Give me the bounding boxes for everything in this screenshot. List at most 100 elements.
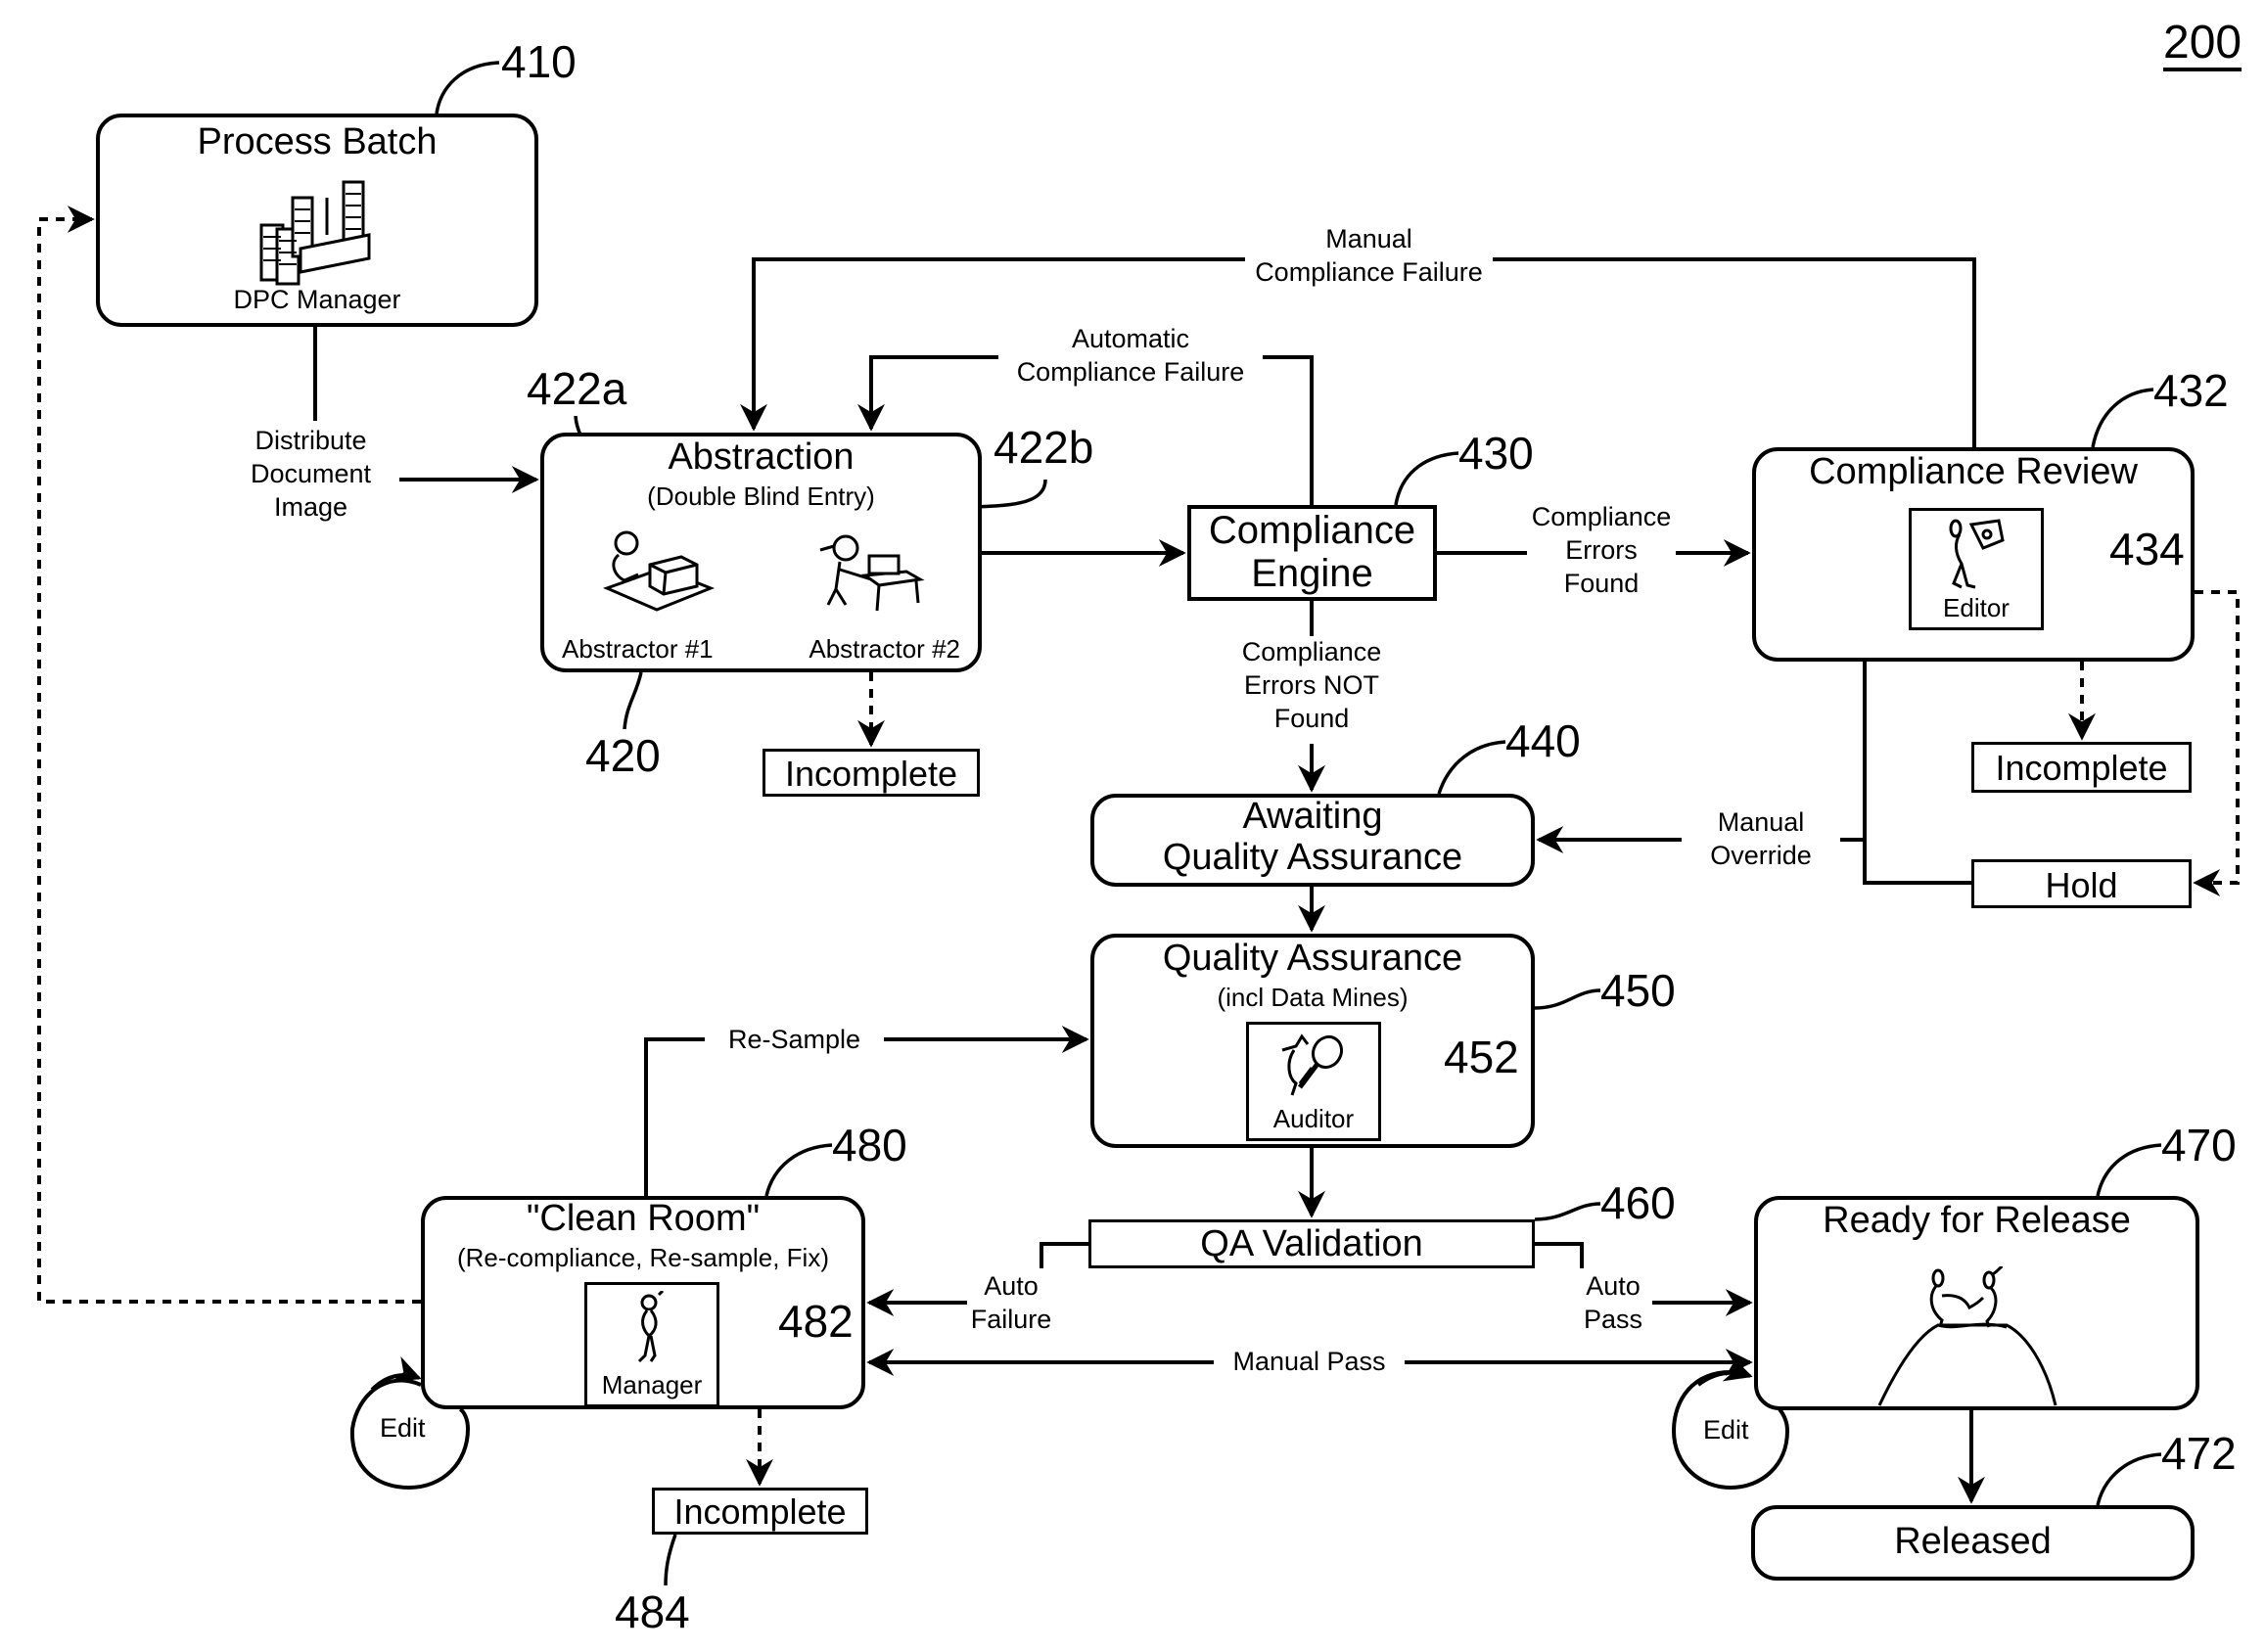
incomplete-abstraction-label: Incomplete [784, 754, 958, 794]
abstractor-2-label: Abstractor #2 [809, 634, 960, 664]
compliance-engine-title-2: Engine [1251, 552, 1373, 595]
ref-440: 440 [1505, 715, 1581, 766]
incomplete-review-node[interactable]: Incomplete [1971, 742, 2192, 793]
awaiting-qa-title-2: Quality Assurance [1162, 837, 1463, 878]
compliance-engine-title-1: Compliance [1208, 509, 1416, 552]
person-at-desk-icon [819, 534, 925, 612]
qa-validation-node[interactable]: QA Validation [1088, 1219, 1535, 1268]
compliance-engine-node[interactable]: Compliance Engine [1187, 505, 1437, 601]
ref-460: 460 [1600, 1177, 1676, 1228]
ref-480: 480 [832, 1120, 907, 1170]
abstraction-node[interactable]: Abstraction (Double Blind Entry) Abstrac… [540, 433, 982, 672]
manual-override-line1: Manual [1717, 807, 1805, 837]
incomplete-abstraction-node[interactable]: Incomplete [763, 749, 980, 797]
leader-450 [1534, 988, 1601, 1010]
edit-left-label[interactable]: Edit [380, 1413, 426, 1444]
editor-icon [1949, 519, 2005, 589]
abstraction-subtitle: (Double Blind Entry) [647, 482, 875, 511]
manual-compliance-failure-line1: Manual [1325, 224, 1412, 253]
distribute-line3: Image [274, 491, 348, 522]
errors-found-line3: Found [1563, 568, 1640, 598]
errors-not-found-line1: Compliance [1241, 637, 1382, 666]
edge-automatic-compliance-failure-2 [857, 355, 998, 432]
awaiting-qa-title-1: Awaiting [1242, 796, 1383, 837]
leader-410 [435, 61, 500, 115]
auto-pass-line1: Auto [1586, 1271, 1641, 1301]
leader-480 [764, 1143, 833, 1197]
manager-icon [637, 1291, 665, 1363]
process-batch-node[interactable]: Process Batch DPC Manager [96, 114, 538, 327]
released-node[interactable]: Released [1751, 1505, 2195, 1581]
manual-compliance-failure-line2: Compliance Failure [1255, 256, 1483, 287]
ref-450: 450 [1600, 965, 1676, 1016]
leader-460 [1534, 1202, 1601, 1221]
quality-assurance-subtitle: (incl Data Mines) [1217, 983, 1409, 1012]
errors-not-found-label: Compliance Errors NOT Found [1224, 636, 1400, 736]
automatic-compliance-failure-line1: Automatic [1071, 324, 1190, 353]
errors-found-line1: Compliance [1531, 502, 1672, 531]
hold-label: Hold [2045, 865, 2118, 905]
edge-review-to-hold [1863, 662, 1971, 885]
leader-430 [1394, 451, 1459, 506]
auditor-role-box: Auditor [1246, 1022, 1381, 1141]
errors-not-found-line3: Found [1273, 703, 1350, 733]
manual-compliance-failure-label: Manual Compliance Failure [1245, 223, 1493, 290]
edit-right-label[interactable]: Edit [1703, 1415, 1749, 1446]
released-title: Released [1894, 1521, 2052, 1562]
process-batch-role: DPC Manager [233, 285, 401, 314]
edge-manual-compliance-failure [1493, 257, 1976, 447]
clean-room-subtitle: (Re-compliance, Re-sample, Fix) [457, 1243, 829, 1272]
ref-452: 452 [1444, 1032, 1519, 1082]
clean-room-title: "Clean Room" [526, 1198, 761, 1239]
quality-assurance-title: Quality Assurance [1162, 938, 1463, 979]
leader-470 [2096, 1143, 2162, 1197]
auto-pass-line2: Pass [1583, 1304, 1643, 1334]
re-sample-label: Re-Sample [705, 1024, 884, 1057]
edge-automatic-compliance-failure [1263, 355, 1314, 505]
ref-484: 484 [615, 1586, 690, 1637]
ref-420: 420 [585, 730, 661, 781]
incomplete-review-label: Incomplete [1995, 748, 2168, 788]
auto-pass-label: Auto Pass [1574, 1270, 1652, 1337]
edge-validation-left [1040, 1242, 1088, 1268]
ref-472: 472 [2161, 1428, 2237, 1479]
person-at-computer-icon [603, 530, 716, 612]
edge-resample [644, 1037, 705, 1196]
errors-found-line2: Errors [1565, 534, 1638, 565]
automatic-compliance-failure-line2: Compliance Failure [1016, 356, 1245, 387]
errors-not-found-line2: Errors NOT [1244, 669, 1379, 700]
leader-484 [664, 1534, 677, 1586]
automatic-compliance-failure-label: Automatic Compliance Failure [998, 323, 1263, 390]
awaiting-qa-node[interactable]: Awaiting Quality Assurance [1090, 794, 1535, 887]
ready-for-release-node[interactable]: Ready for Release [1754, 1196, 2199, 1410]
factory-icon [259, 180, 371, 286]
auditor-magnifier-icon [1281, 1033, 1344, 1096]
ref-432: 432 [2153, 365, 2229, 416]
distribute-label: Distribute Document Image [251, 425, 371, 524]
compliance-review-title: Compliance Review [1809, 451, 2138, 492]
process-batch-title: Process Batch [197, 121, 438, 162]
edge-dashed-review-hold [2193, 590, 2240, 896]
manager-role-box: Manager [584, 1282, 719, 1407]
edge-dashed-return-to-process [37, 206, 421, 1304]
ready-for-release-title: Ready for Release [1823, 1200, 2131, 1241]
leader-472 [2096, 1452, 2162, 1506]
ref-434: 434 [2109, 524, 2185, 574]
auto-failure-label: Auto Failure [967, 1270, 1055, 1337]
leader-420 [623, 671, 643, 730]
ref-410: 410 [501, 36, 577, 87]
ref-482: 482 [778, 1296, 854, 1347]
qa-validation-title: QA Validation [1200, 1223, 1423, 1264]
hold-node[interactable]: Hold [1971, 859, 2192, 908]
abstraction-title: Abstraction [668, 436, 855, 478]
incomplete-clean-room-node[interactable]: Incomplete [652, 1488, 868, 1535]
manual-pass-label: Manual Pass [1214, 1346, 1405, 1379]
abstractor-1-label: Abstractor #1 [562, 634, 714, 664]
edge-validation-right [1535, 1242, 1584, 1268]
manager-role-label: Manager [601, 1370, 703, 1400]
auditor-role-label: Auditor [1272, 1104, 1355, 1133]
distribute-line1: Distribute [254, 426, 367, 455]
auto-failure-line2: Failure [970, 1304, 1052, 1334]
leader-432 [2091, 388, 2154, 448]
ref-470: 470 [2161, 1120, 2237, 1170]
